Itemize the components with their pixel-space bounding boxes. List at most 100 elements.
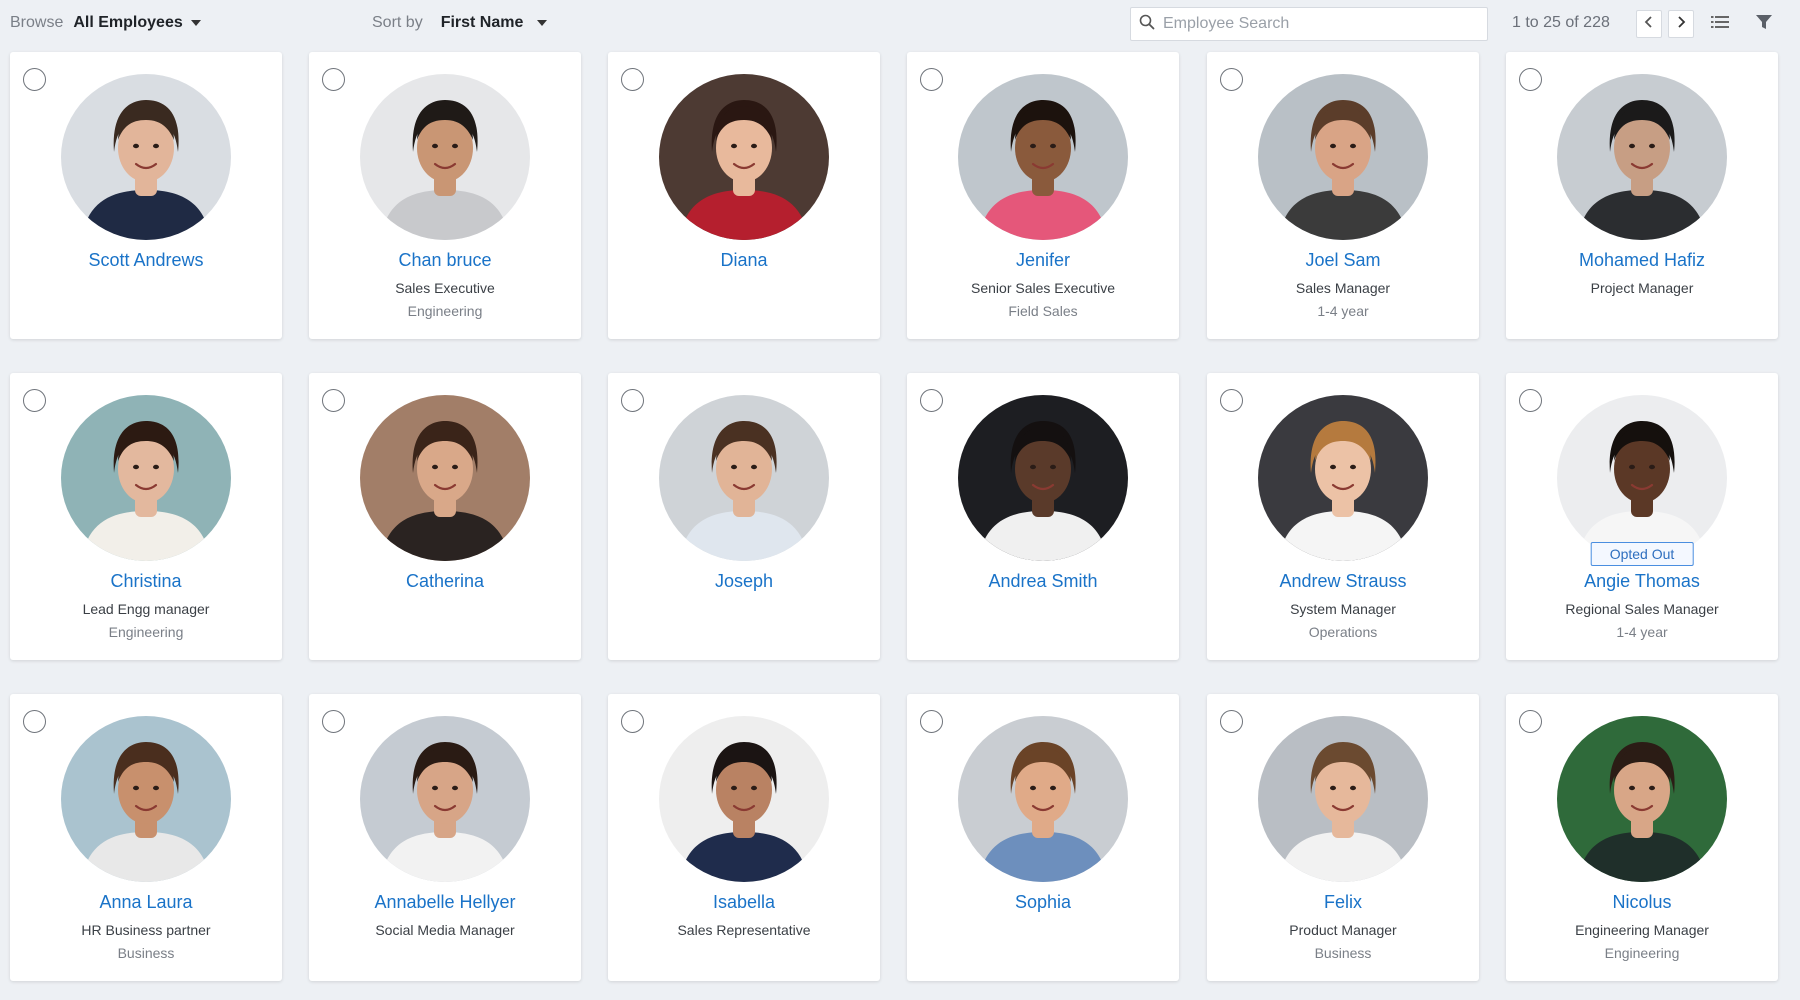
employee-card[interactable]: Felix Product Manager Business	[1207, 694, 1479, 981]
employee-card[interactable]: Andrea Smith	[907, 373, 1179, 660]
person-portrait	[1258, 74, 1428, 240]
search-input[interactable]	[1163, 15, 1473, 33]
avatar	[659, 74, 829, 240]
caret-down-icon	[190, 20, 201, 26]
employee-name[interactable]: Sophia	[907, 892, 1179, 913]
person-portrait	[659, 716, 829, 882]
employee-card[interactable]: Opted Out Angie Thomas Regional Sales Mana…	[1506, 373, 1778, 660]
sort-value: First Name	[440, 14, 524, 31]
employee-card[interactable]: Joseph	[608, 373, 880, 660]
employee-card[interactable]: Chan bruce Sales Executive Engineering	[309, 52, 581, 339]
chevron-left-icon	[1644, 15, 1654, 34]
person-portrait	[958, 74, 1128, 240]
employee-name[interactable]: Andrea Smith	[907, 571, 1179, 592]
employee-title: Senior Sales Executive	[971, 280, 1115, 296]
employee-name[interactable]: Chan bruce	[309, 250, 581, 271]
employee-name[interactable]: Christina	[10, 571, 282, 592]
employee-title: Product Manager	[1289, 922, 1397, 938]
avatar	[1258, 395, 1428, 561]
person-portrait	[1557, 74, 1727, 240]
browse-dropdown[interactable]: All Employees	[73, 14, 201, 32]
employee-name[interactable]: Annabelle Hellyer	[309, 892, 581, 913]
employee-card[interactable]: Andrew Strauss System Manager Operations	[1207, 373, 1479, 660]
toolbar: Browse All Employees Sort by First Name …	[0, 0, 1800, 50]
select-radio[interactable]	[621, 710, 644, 733]
avatar	[360, 395, 530, 561]
employee-name[interactable]: Joel Sam	[1207, 250, 1479, 271]
select-radio[interactable]	[23, 68, 46, 91]
employee-name[interactable]: Anna Laura	[10, 892, 282, 913]
employee-name[interactable]: Mohamed Hafiz	[1506, 250, 1778, 271]
select-radio[interactable]	[23, 710, 46, 733]
list-view-button[interactable]	[1708, 12, 1732, 36]
browse-control: Browse All Employees	[10, 14, 201, 32]
employee-card[interactable]: Isabella Sales Representative	[608, 694, 880, 981]
employee-card[interactable]: Diana	[608, 52, 880, 339]
select-radio[interactable]	[322, 68, 345, 91]
caret-down-icon	[537, 20, 548, 26]
employee-card[interactable]: Jenifer Senior Sales Executive Field Sales	[907, 52, 1179, 339]
select-radio[interactable]	[322, 710, 345, 733]
person-portrait	[659, 74, 829, 240]
avatar	[958, 74, 1128, 240]
employee-name[interactable]: Diana	[608, 250, 880, 271]
avatar	[659, 716, 829, 882]
person-portrait	[61, 74, 231, 240]
person-portrait	[360, 716, 530, 882]
browse-value: All Employees	[73, 14, 183, 31]
select-radio[interactable]	[322, 389, 345, 412]
employee-name[interactable]: Jenifer	[907, 250, 1179, 271]
employee-card[interactable]: Christina Lead Engg manager Engineering	[10, 373, 282, 660]
pager-text: 1 to 25 of 228	[1512, 14, 1610, 31]
avatar	[360, 74, 530, 240]
employee-card[interactable]: Joel Sam Sales Manager 1-4 year	[1207, 52, 1479, 339]
avatar	[1557, 74, 1727, 240]
filter-button[interactable]	[1752, 12, 1776, 36]
select-radio[interactable]	[23, 389, 46, 412]
employee-title: Social Media Manager	[375, 922, 515, 938]
employee-department: Engineering	[407, 303, 483, 319]
employee-card[interactable]: Scott Andrews	[10, 52, 282, 339]
select-radio[interactable]	[920, 710, 943, 733]
person-portrait	[958, 716, 1128, 882]
employee-card[interactable]: Catherina	[309, 373, 581, 660]
employee-name[interactable]: Andrew Strauss	[1207, 571, 1479, 592]
employee-department: Operations	[1308, 624, 1378, 640]
employee-title: HR Business partner	[81, 922, 211, 938]
employee-name[interactable]: Scott Andrews	[10, 250, 282, 271]
select-radio[interactable]	[621, 68, 644, 91]
select-radio[interactable]	[1220, 68, 1243, 91]
employee-name[interactable]: Joseph	[608, 571, 880, 592]
select-radio[interactable]	[621, 389, 644, 412]
employee-title: Regional Sales Manager	[1565, 601, 1719, 617]
select-radio[interactable]	[1519, 710, 1542, 733]
avatar	[1557, 395, 1727, 561]
person-portrait	[1557, 716, 1727, 882]
browse-label: Browse	[10, 14, 64, 31]
next-page-button[interactable]	[1668, 10, 1694, 38]
employee-title: System Manager	[1290, 601, 1396, 617]
select-radio[interactable]	[1220, 389, 1243, 412]
employee-name[interactable]: Nicolus	[1506, 892, 1778, 913]
select-radio[interactable]	[1519, 389, 1542, 412]
employee-name[interactable]: Felix	[1207, 892, 1479, 913]
avatar	[958, 395, 1128, 561]
employee-title: Sales Representative	[677, 922, 811, 938]
employee-card[interactable]: Mohamed Hafiz Project Manager	[1506, 52, 1778, 339]
employee-name[interactable]: Isabella	[608, 892, 880, 913]
employee-card[interactable]: Nicolus Engineering Manager Engineering	[1506, 694, 1778, 981]
sort-dropdown[interactable]: First Name	[441, 14, 548, 32]
employee-card[interactable]: Annabelle Hellyer Social Media Manager	[309, 694, 581, 981]
employee-name[interactable]: Angie Thomas	[1506, 571, 1778, 592]
select-radio[interactable]	[920, 389, 943, 412]
person-portrait	[1557, 395, 1727, 561]
select-radio[interactable]	[920, 68, 943, 91]
person-portrait	[1258, 395, 1428, 561]
employee-title: Lead Engg manager	[82, 601, 210, 617]
employee-name[interactable]: Catherina	[309, 571, 581, 592]
select-radio[interactable]	[1220, 710, 1243, 733]
prev-page-button[interactable]	[1636, 10, 1662, 38]
employee-card[interactable]: Sophia	[907, 694, 1179, 981]
select-radio[interactable]	[1519, 68, 1542, 91]
employee-card[interactable]: Anna Laura HR Business partner Business	[10, 694, 282, 981]
